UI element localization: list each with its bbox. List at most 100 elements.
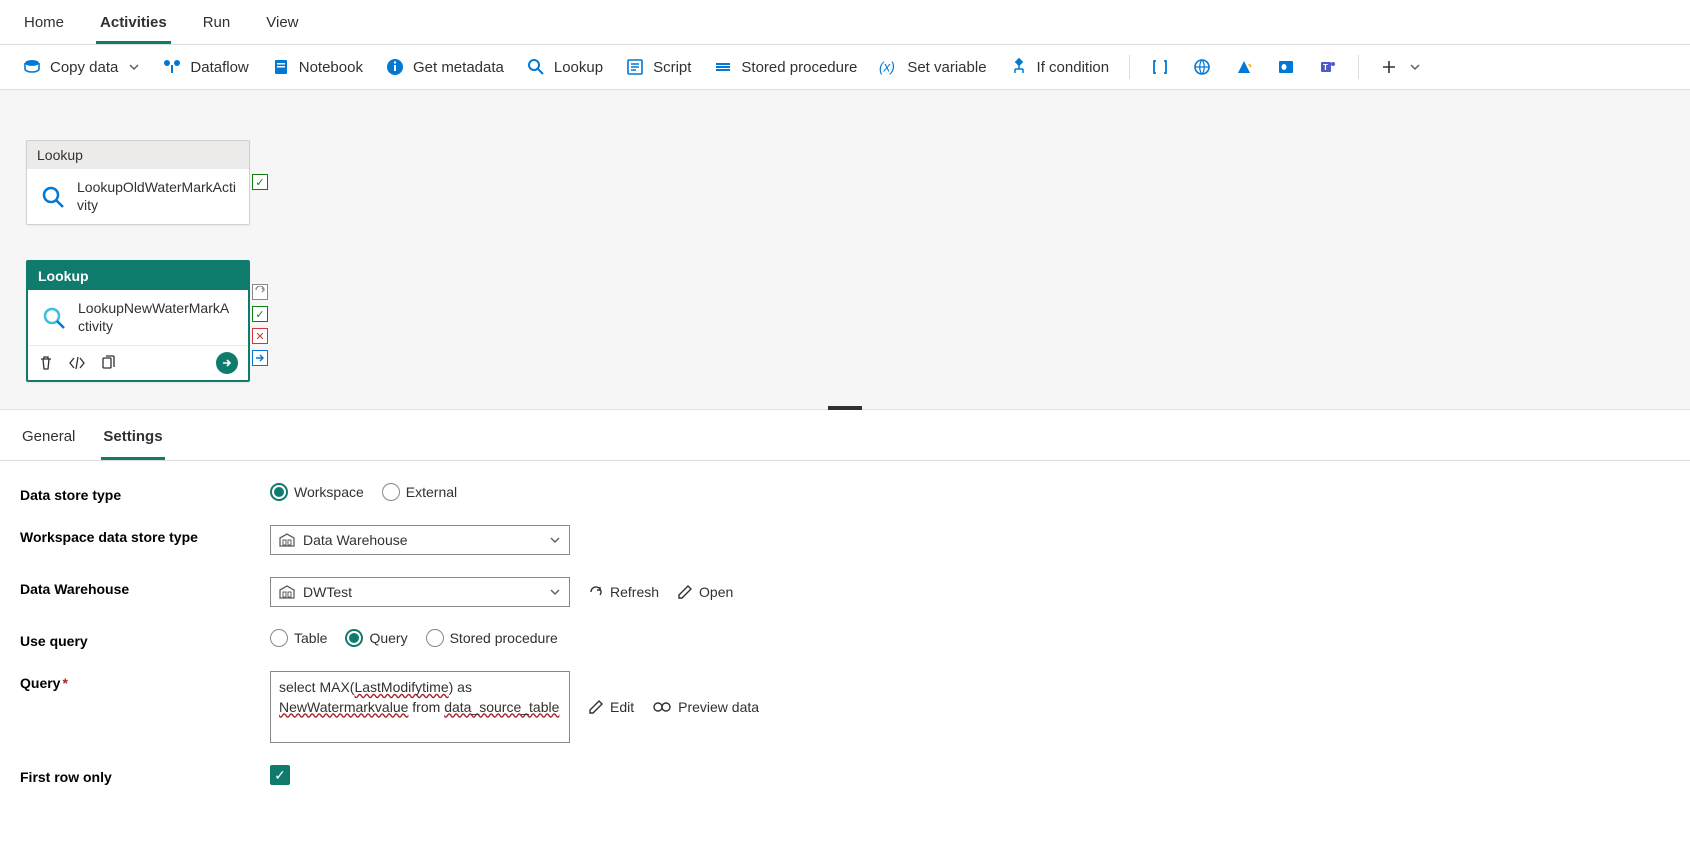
run-icon[interactable] (216, 352, 238, 374)
top-tabs: Home Activities Run View (0, 0, 1690, 45)
code-icon[interactable] (68, 355, 86, 371)
chevron-down-icon (549, 534, 561, 546)
copy-icon[interactable] (100, 355, 116, 371)
edit-query-button[interactable]: Edit (588, 699, 634, 715)
script-button[interactable]: Script (617, 53, 699, 81)
label-first-row-only: First row only (20, 765, 270, 785)
script-icon (625, 57, 645, 77)
radio-external-label: External (406, 484, 457, 500)
select-ws-data-store-type[interactable]: Data Warehouse (270, 525, 570, 555)
notebook-label: Notebook (299, 59, 363, 76)
script-label: Script (653, 59, 691, 76)
copy-data-button[interactable]: Copy data (14, 53, 148, 81)
toolbar-icon-1[interactable] (1142, 53, 1178, 81)
edit-icon (677, 584, 693, 600)
dataflow-button[interactable]: Dataflow (154, 53, 256, 81)
preview-icon (652, 700, 672, 714)
select-data-warehouse[interactable]: DWTest (270, 577, 570, 607)
activity-card-lookup-old[interactable]: Lookup LookupOldWaterMarkActivity (26, 140, 250, 225)
preview-data-button[interactable]: Preview data (652, 699, 759, 715)
set-variable-label: Set variable (907, 59, 986, 76)
tab-home[interactable]: Home (20, 8, 68, 44)
stored-procedure-button[interactable]: Stored procedure (705, 53, 865, 81)
edit-icon (588, 699, 604, 715)
teams-icon: T (1318, 57, 1338, 77)
fail-handle[interactable]: ✕ (252, 328, 268, 344)
search-icon (40, 304, 68, 332)
stored-procedure-label: Stored procedure (741, 59, 857, 76)
radio-query[interactable]: Query (345, 629, 407, 647)
completion-handle[interactable] (252, 350, 268, 366)
notebook-button[interactable]: Notebook (263, 53, 371, 81)
tab-activities[interactable]: Activities (96, 8, 171, 44)
get-metadata-button[interactable]: Get metadata (377, 53, 512, 81)
search-icon (526, 57, 546, 77)
delete-icon[interactable] (38, 355, 54, 371)
toolbar-icon-5[interactable]: T (1310, 53, 1346, 81)
radio-workspace[interactable]: Workspace (270, 483, 364, 501)
toolbar-icon-3[interactable] (1226, 53, 1262, 81)
details-panel: General Settings Data store type Workspa… (0, 410, 1690, 847)
toolbar-separator-2 (1358, 55, 1359, 79)
search-icon (39, 183, 67, 211)
get-metadata-label: Get metadata (413, 59, 504, 76)
label-query: Query* (20, 671, 270, 691)
info-icon (385, 57, 405, 77)
radio-workspace-label: Workspace (294, 484, 364, 500)
skip-handle[interactable] (252, 284, 268, 300)
success-handle[interactable]: ✓ (252, 306, 268, 322)
if-condition-icon (1009, 57, 1029, 77)
tab-settings[interactable]: Settings (101, 424, 164, 460)
radio-table[interactable]: Table (270, 629, 327, 647)
lookup-button[interactable]: Lookup (518, 53, 611, 81)
toolbar-icon-2[interactable] (1184, 53, 1220, 81)
svg-text:(x): (x) (879, 60, 895, 75)
radio-sp-label: Stored procedure (450, 630, 558, 646)
pipeline-canvas[interactable]: Lookup LookupOldWaterMarkActivity ✓ Look… (0, 90, 1690, 410)
radio-stored-procedure[interactable]: Stored procedure (426, 629, 558, 647)
toolbar-separator (1129, 55, 1130, 79)
add-activity-button[interactable] (1371, 53, 1429, 81)
radio-table-label: Table (294, 630, 327, 646)
warehouse-icon (279, 533, 295, 547)
dataflow-icon (162, 57, 182, 77)
label-use-query: Use query (20, 629, 270, 649)
panel-resize-handle[interactable] (828, 406, 862, 410)
checkbox-first-row-only[interactable]: ✓ (270, 765, 290, 785)
label-ws-data-store-type: Workspace data store type (20, 525, 270, 545)
toolbar-icon-4[interactable] (1268, 53, 1304, 81)
copy-data-icon (22, 57, 42, 77)
radio-query-label: Query (369, 630, 407, 646)
radio-external[interactable]: External (382, 483, 457, 501)
set-variable-button[interactable]: (x) Set variable (871, 53, 994, 81)
activity-name: LookupNewWaterMarkActivity (78, 300, 236, 335)
activity-type-label: Lookup (27, 141, 249, 169)
tab-general[interactable]: General (20, 424, 77, 460)
label-data-warehouse: Data Warehouse (20, 577, 270, 597)
dataflow-label: Dataflow (190, 59, 248, 76)
chevron-down-icon (549, 586, 561, 598)
activities-toolbar: Copy data Dataflow Notebook Get metadata… (0, 45, 1690, 90)
card2-handles: ✓ ✕ (252, 284, 268, 366)
select-value: Data Warehouse (303, 532, 408, 548)
if-condition-button[interactable]: If condition (1001, 53, 1118, 81)
activity-card-lookup-new[interactable]: Lookup LookupNewWaterMarkActivity (26, 260, 250, 382)
svg-text:T: T (1323, 63, 1328, 72)
chevron-down-icon (1409, 61, 1421, 73)
notebook-icon (271, 57, 291, 77)
tab-view[interactable]: View (262, 8, 302, 44)
refresh-button[interactable]: Refresh (588, 584, 659, 600)
refresh-label: Refresh (610, 584, 659, 600)
success-handle[interactable]: ✓ (252, 174, 268, 190)
activity-type-label: Lookup (28, 262, 248, 290)
query-textarea[interactable]: select MAX(LastModifytime) as NewWaterma… (270, 671, 570, 743)
chevron-down-icon (128, 61, 140, 73)
variable-icon: (x) (879, 57, 899, 77)
tab-run[interactable]: Run (199, 8, 235, 44)
copy-data-label: Copy data (50, 59, 118, 76)
settings-form: Data store type Workspace External Works… (0, 461, 1690, 847)
activity-name: LookupOldWaterMarkActivity (77, 179, 237, 214)
plus-icon (1379, 57, 1399, 77)
open-button[interactable]: Open (677, 584, 733, 600)
select-value: DWTest (303, 584, 352, 600)
